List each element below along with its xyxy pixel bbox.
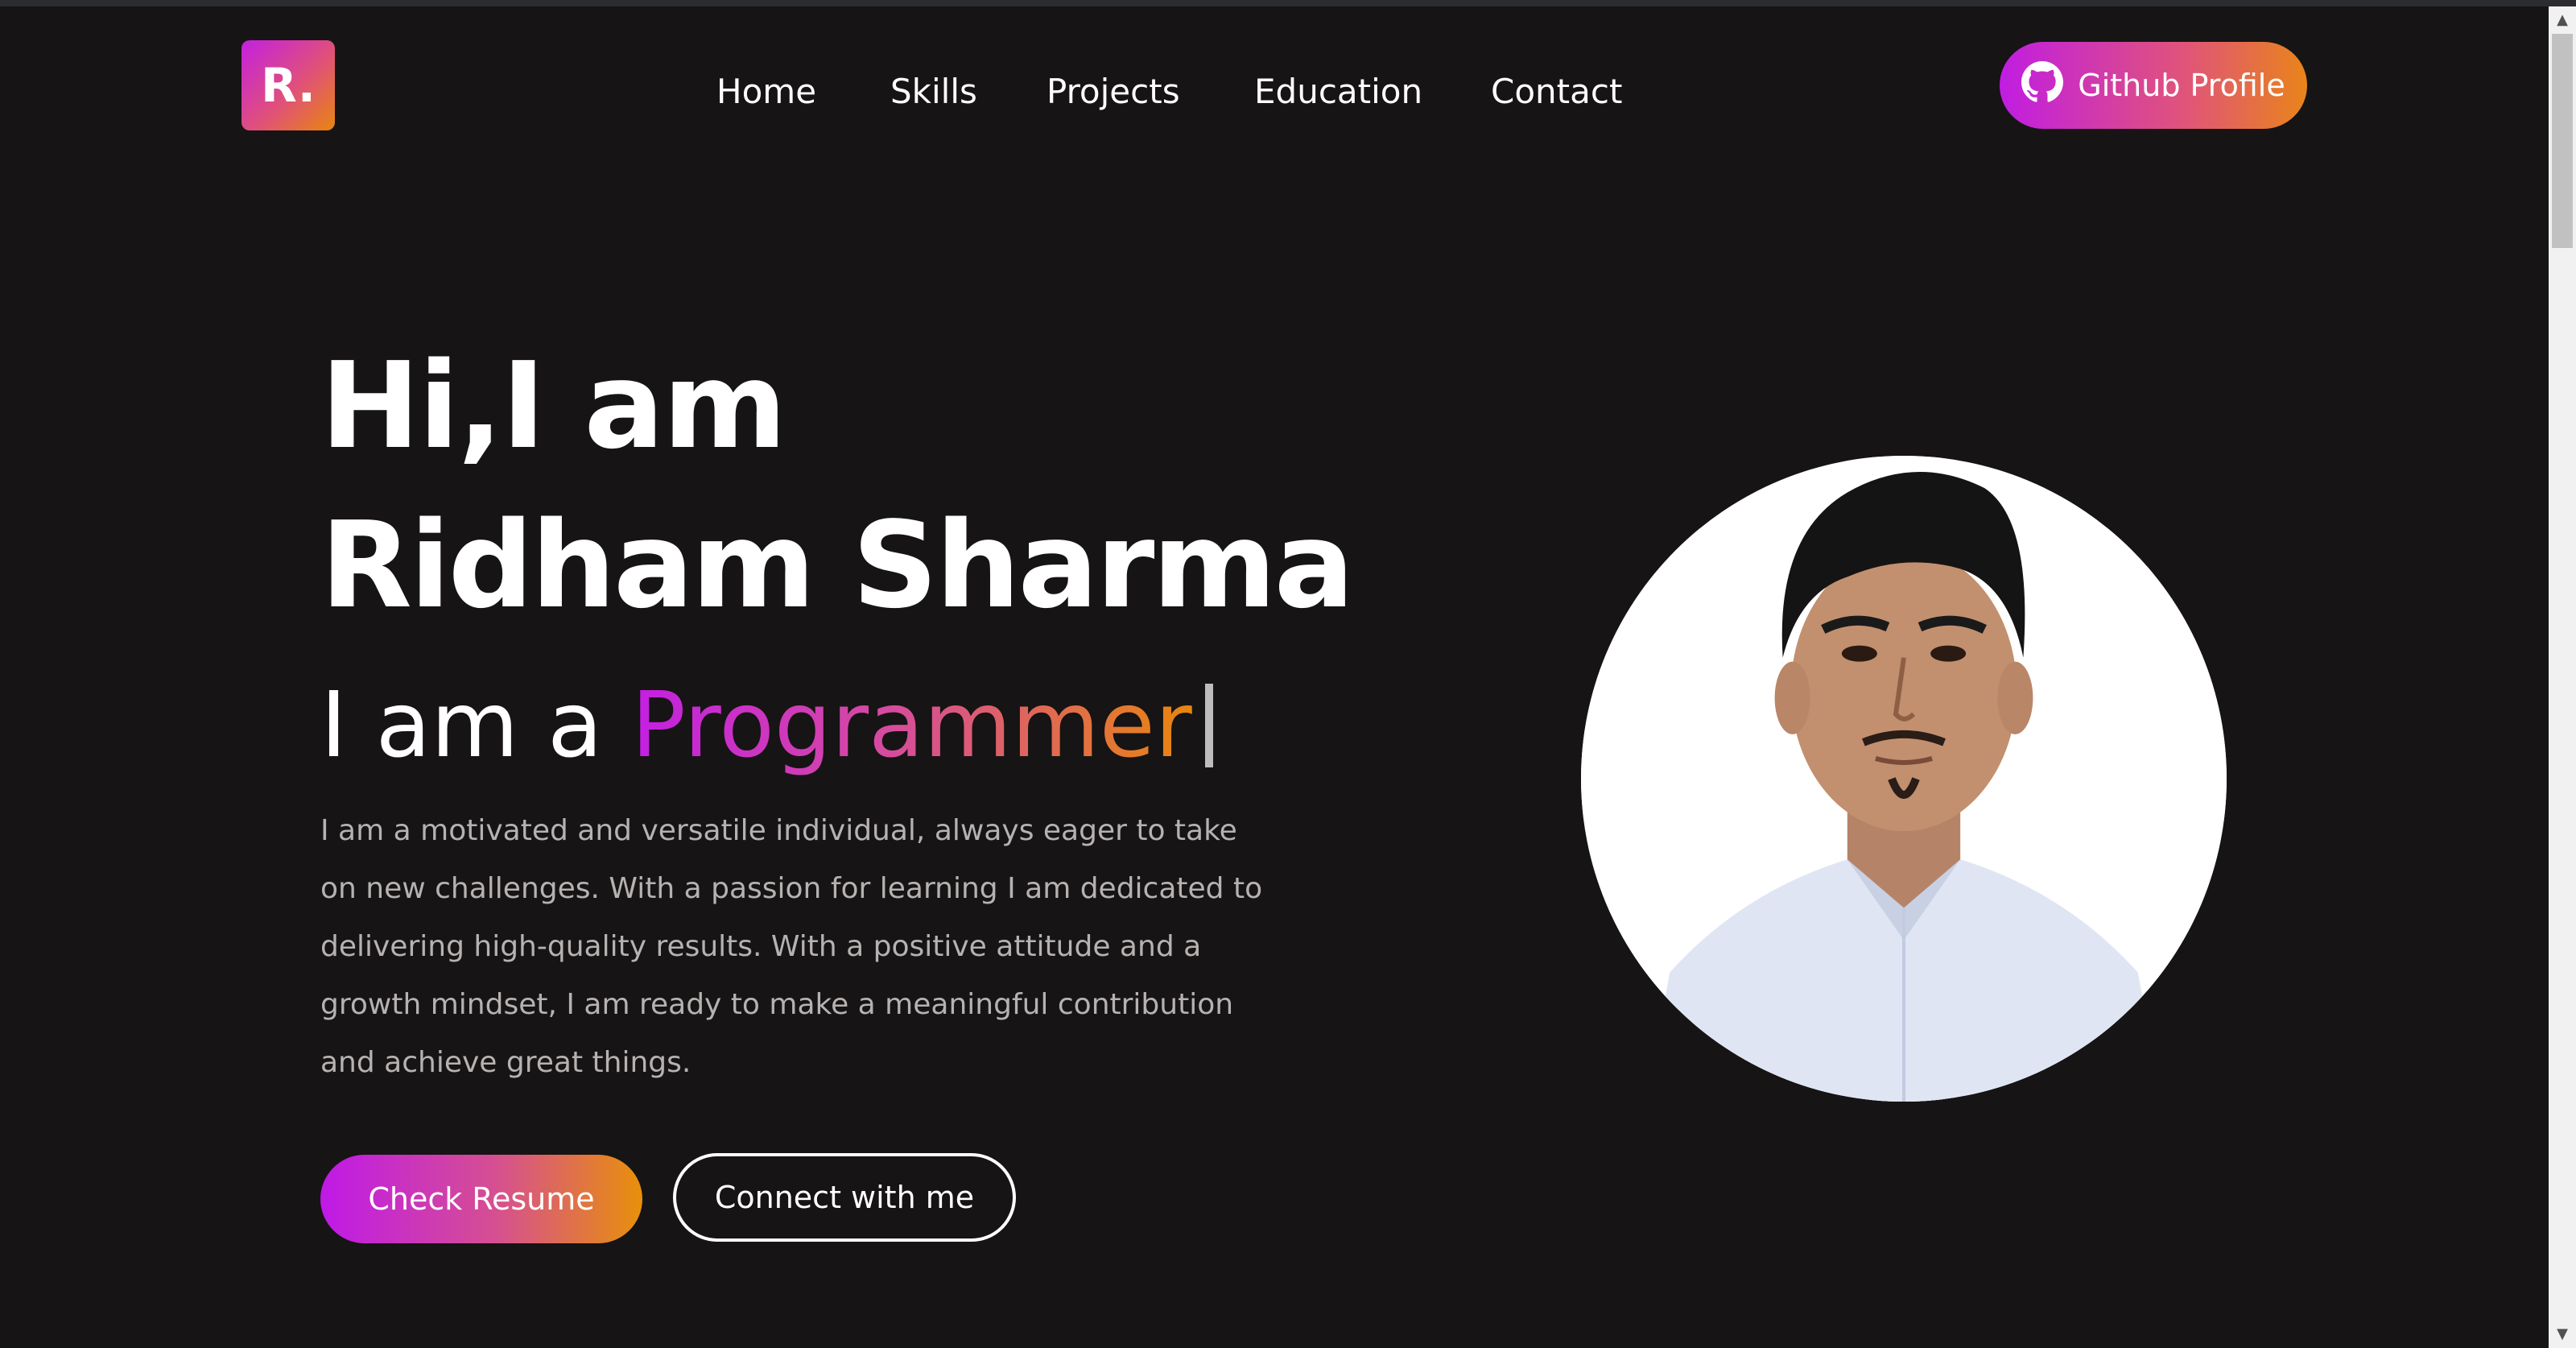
hero-description: I am a motivated and versatile individua… [320,814,1263,1079]
nav-projects[interactable]: Projects [1046,66,1180,118]
github-profile-button[interactable]: Github Profile [2000,42,2307,129]
scroll-up-icon[interactable]: ▲ [2549,6,2576,34]
page-scrollbar[interactable]: ▲ ▼ [2549,6,2576,1348]
nav-skills[interactable]: Skills [890,66,977,118]
role-word: Programmer [631,673,1192,778]
hero-greeting: Hi,I am [320,337,786,475]
browser-top-edge [0,0,2576,6]
scroll-down-icon[interactable]: ▼ [2549,1321,2576,1348]
github-profile-label: Github Profile [2078,68,2285,103]
profile-photo [1581,456,2227,1102]
nav-contact[interactable]: Contact [1491,66,1622,118]
nav-home[interactable]: Home [716,66,816,118]
github-icon [2021,60,2064,110]
role-prefix: I am a [320,673,603,778]
hero-name: Ridham Sharma [320,496,1355,635]
connect-button[interactable]: Connect with me [673,1153,1016,1242]
hero-role: I am a Programmer [320,665,1213,786]
check-resume-button[interactable]: Check Resume [320,1155,642,1243]
typing-cursor [1204,684,1213,767]
nav-education[interactable]: Education [1254,66,1422,118]
scrollbar-thumb[interactable] [2552,34,2573,248]
